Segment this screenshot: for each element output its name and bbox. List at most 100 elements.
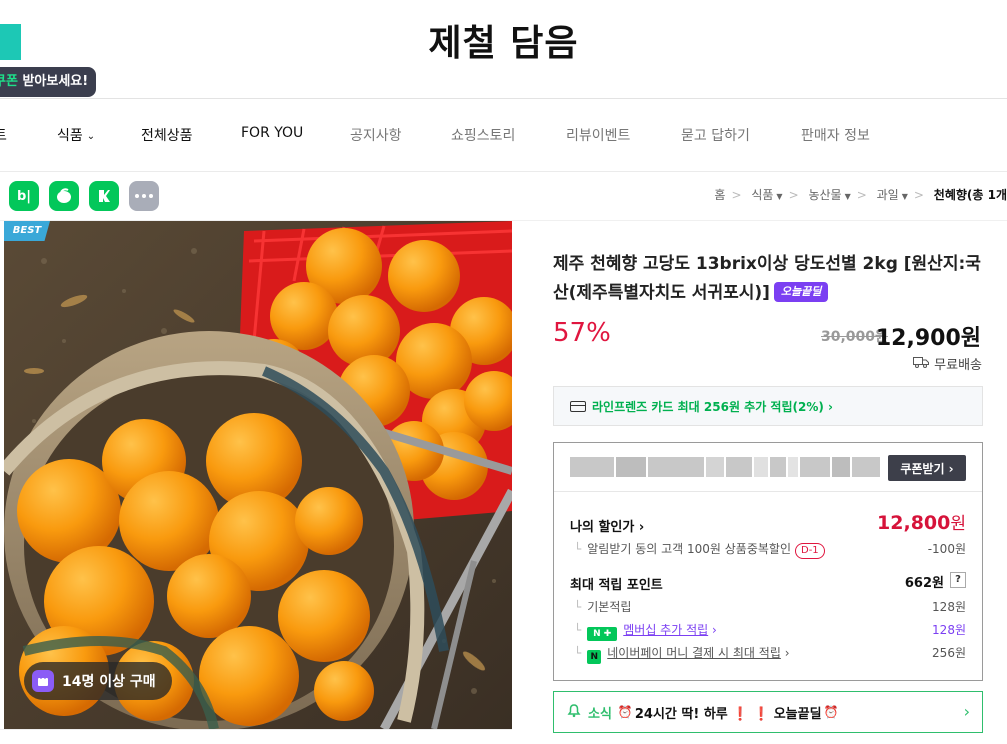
news-label: 소식 [588,706,612,722]
elbow-icon: └ [574,600,582,614]
elbow-icon: └ [574,623,582,637]
purchase-count-text: 14명 이상 구매 [62,674,156,690]
breadcrumb-label: 과일 [876,188,899,202]
chevron-down-icon: ⌄ [86,131,96,142]
help-icon[interactable]: ? [950,572,966,588]
breadcrumb-separator: > [731,188,742,202]
nav-item-qna[interactable]: 묻고 답하기 [681,125,750,145]
benefit-divider [554,491,982,492]
shipping-text: 무료배송 [934,358,982,373]
blurred-coupon-text [570,457,880,477]
nav-label: 전체상품 [141,128,193,144]
best-badge: BEST [4,221,50,241]
product-photo-oranges [4,221,512,729]
base-point-text: 기본적립 [587,600,632,614]
caret-down-icon: ▼ [901,192,908,201]
nav-label: 판매자 정보 [801,128,870,144]
breadcrumb-separator: > [788,188,799,202]
max-point-value: 662원 [904,576,944,591]
alarm-clock-icon: ⏰ [617,705,633,719]
shopping-bag-icon [32,670,54,692]
breadcrumb-label: 식품 [751,188,774,202]
nav-item-review-event[interactable]: 리뷰이벤트 [566,125,630,145]
alert-discount-value: -100원 [927,542,966,556]
alert-discount-text: 알림받기 동의 고객 100원 상품중복할인 [587,542,791,556]
breadcrumb: 홈 > 식품 ▼ > 농산물 ▼ > 과일 ▼ > 천혜향(총 1개 [714,186,1007,203]
npay-point-link[interactable]: 네이버페이 머니 결제 시 최대 적립 [607,646,781,660]
card-promotion[interactable]: 라인프렌즈 카드 최대 256원 추가 적립(2%) › [553,386,983,426]
nav-item-seller-info[interactable]: 판매자 정보 [801,125,870,145]
product-name: 제주 천혜향 고당도 13brix이상 당도선별 2kg [원산지:국산(제주특… [553,250,993,308]
coupon-tooltip-highlight: 쿠폰 [0,74,18,89]
breadcrumb-fruit[interactable]: 과일 ▼ [877,188,908,202]
more-icon[interactable] [129,181,159,211]
news-banner[interactable]: 소식 ⏰ 24시간 딱! 하루 ❗ ❗ 오늘끝딜 ⏰ › [553,691,983,733]
breadcrumb-current: 천혜향(총 1개 [933,188,1007,202]
card-promotion-text: 라인프렌즈 카드 최대 256원 추가 적립(2%) › [592,399,833,414]
coupon-tooltip-text: 받아보세요! [17,74,89,89]
elbow-icon: └ [574,646,582,660]
caret-down-icon: ▼ [776,192,783,201]
coupon-tooltip[interactable]: 쿠폰 받아보세요! [0,67,97,97]
coupon-download-button[interactable]: 쿠폰받기 › [888,455,966,481]
naver-pay-icon: N [587,650,602,664]
membership-point-value: 128원 [932,623,966,637]
breadcrumb-home[interactable]: 홈 [714,188,725,202]
elbow-icon: └ [574,542,582,556]
base-point-row: └ 기본적립 [574,598,631,615]
credit-card-icon [570,400,586,412]
nav-label: 식품 [57,128,83,144]
product-name-text: 제주 천혜향 고당도 13brix이상 당도선별 2kg [원산지:국산(제주특… [553,254,981,303]
blog-icon[interactable]: b| [9,181,39,211]
chevron-right-icon: › [780,646,790,660]
category-nav: 트 식품 ⌄ 전체상품 FOR YOU 공지사항 쇼핑스토리 리뷰이벤트 묻고 답… [0,99,1007,171]
nav-label: 트 [0,128,7,144]
breadcrumb-produce[interactable]: 농산물 ▼ [808,188,850,202]
today-deal-badge: 오늘끝딜 [773,282,829,302]
nav-item-shopping-story[interactable]: 쇼핑스토리 [451,125,515,145]
nav-divider [0,171,1007,172]
kakao-story-icon[interactable] [89,181,119,211]
naver-plus-icon: N ✚ [587,627,618,641]
caret-down-icon: ▼ [844,192,851,201]
my-discount-price-link[interactable]: 나의 할인가 › [570,516,644,535]
max-point-label: 최대 적립 포인트 [570,578,663,593]
nav-item-all-products[interactable]: 전체상품 [141,125,193,145]
alert-discount-row: └ 알림받기 동의 고객 100원 상품중복할인 D-1 [574,540,825,559]
breadcrumb-food[interactable]: 식품 ▼ [751,188,782,202]
product-image[interactable] [4,221,512,729]
membership-point-row: └ N ✚ 멤버십 추가 적립 › [574,621,717,641]
discount-rate: 57% [553,318,611,348]
nav-label: FOR YOU [241,125,304,141]
store-title[interactable]: 제철 담음 [0,14,1007,66]
alarm-clock-icon: ⏰ [823,705,839,719]
naver-talk-icon[interactable] [49,181,79,211]
nav-item-event[interactable]: 트 [0,125,7,145]
nav-label: 리뷰이벤트 [566,128,631,144]
purchase-count-badge: 14명 이상 구매 [24,662,172,700]
nav-item-for-you[interactable]: FOR YOU [241,125,303,141]
breadcrumb-separator: > [913,188,924,202]
sale-price: 12,900원 [875,326,981,351]
nav-item-notice[interactable]: 공지사항 [350,125,402,145]
nav-label: 쇼핑스토리 [451,128,516,144]
d-day-badge: D-1 [795,543,825,559]
npay-point-value: 256원 [932,646,966,660]
truck-icon [913,356,930,372]
nav-item-food[interactable]: 식품 ⌄ [57,125,95,145]
shipping-info: 무료배송 [913,354,982,373]
benefit-box: 쿠폰받기 › 나의 할인가 › 12,800원 └ 알림받기 동의 고객 100원… [553,442,983,681]
chevron-right-icon: › [708,623,717,637]
chevron-right-icon: › [963,702,970,721]
bell-icon [566,702,582,722]
image-bottom-border [0,729,512,744]
nav-label: 묻고 답하기 [681,128,750,144]
my-discount-price: 12,800원 [877,509,966,534]
membership-point-link[interactable]: 멤버십 추가 적립 [623,623,708,637]
my-price-value: 12,800 [877,512,951,534]
nav-label: 공지사항 [350,128,402,144]
news-text: 24시간 딱! 하루 ❗ ❗ 오늘끝딜 [634,706,822,722]
breadcrumb-separator: > [856,188,867,202]
base-point-value: 128원 [932,600,966,614]
breadcrumb-label: 농산물 [808,188,842,202]
